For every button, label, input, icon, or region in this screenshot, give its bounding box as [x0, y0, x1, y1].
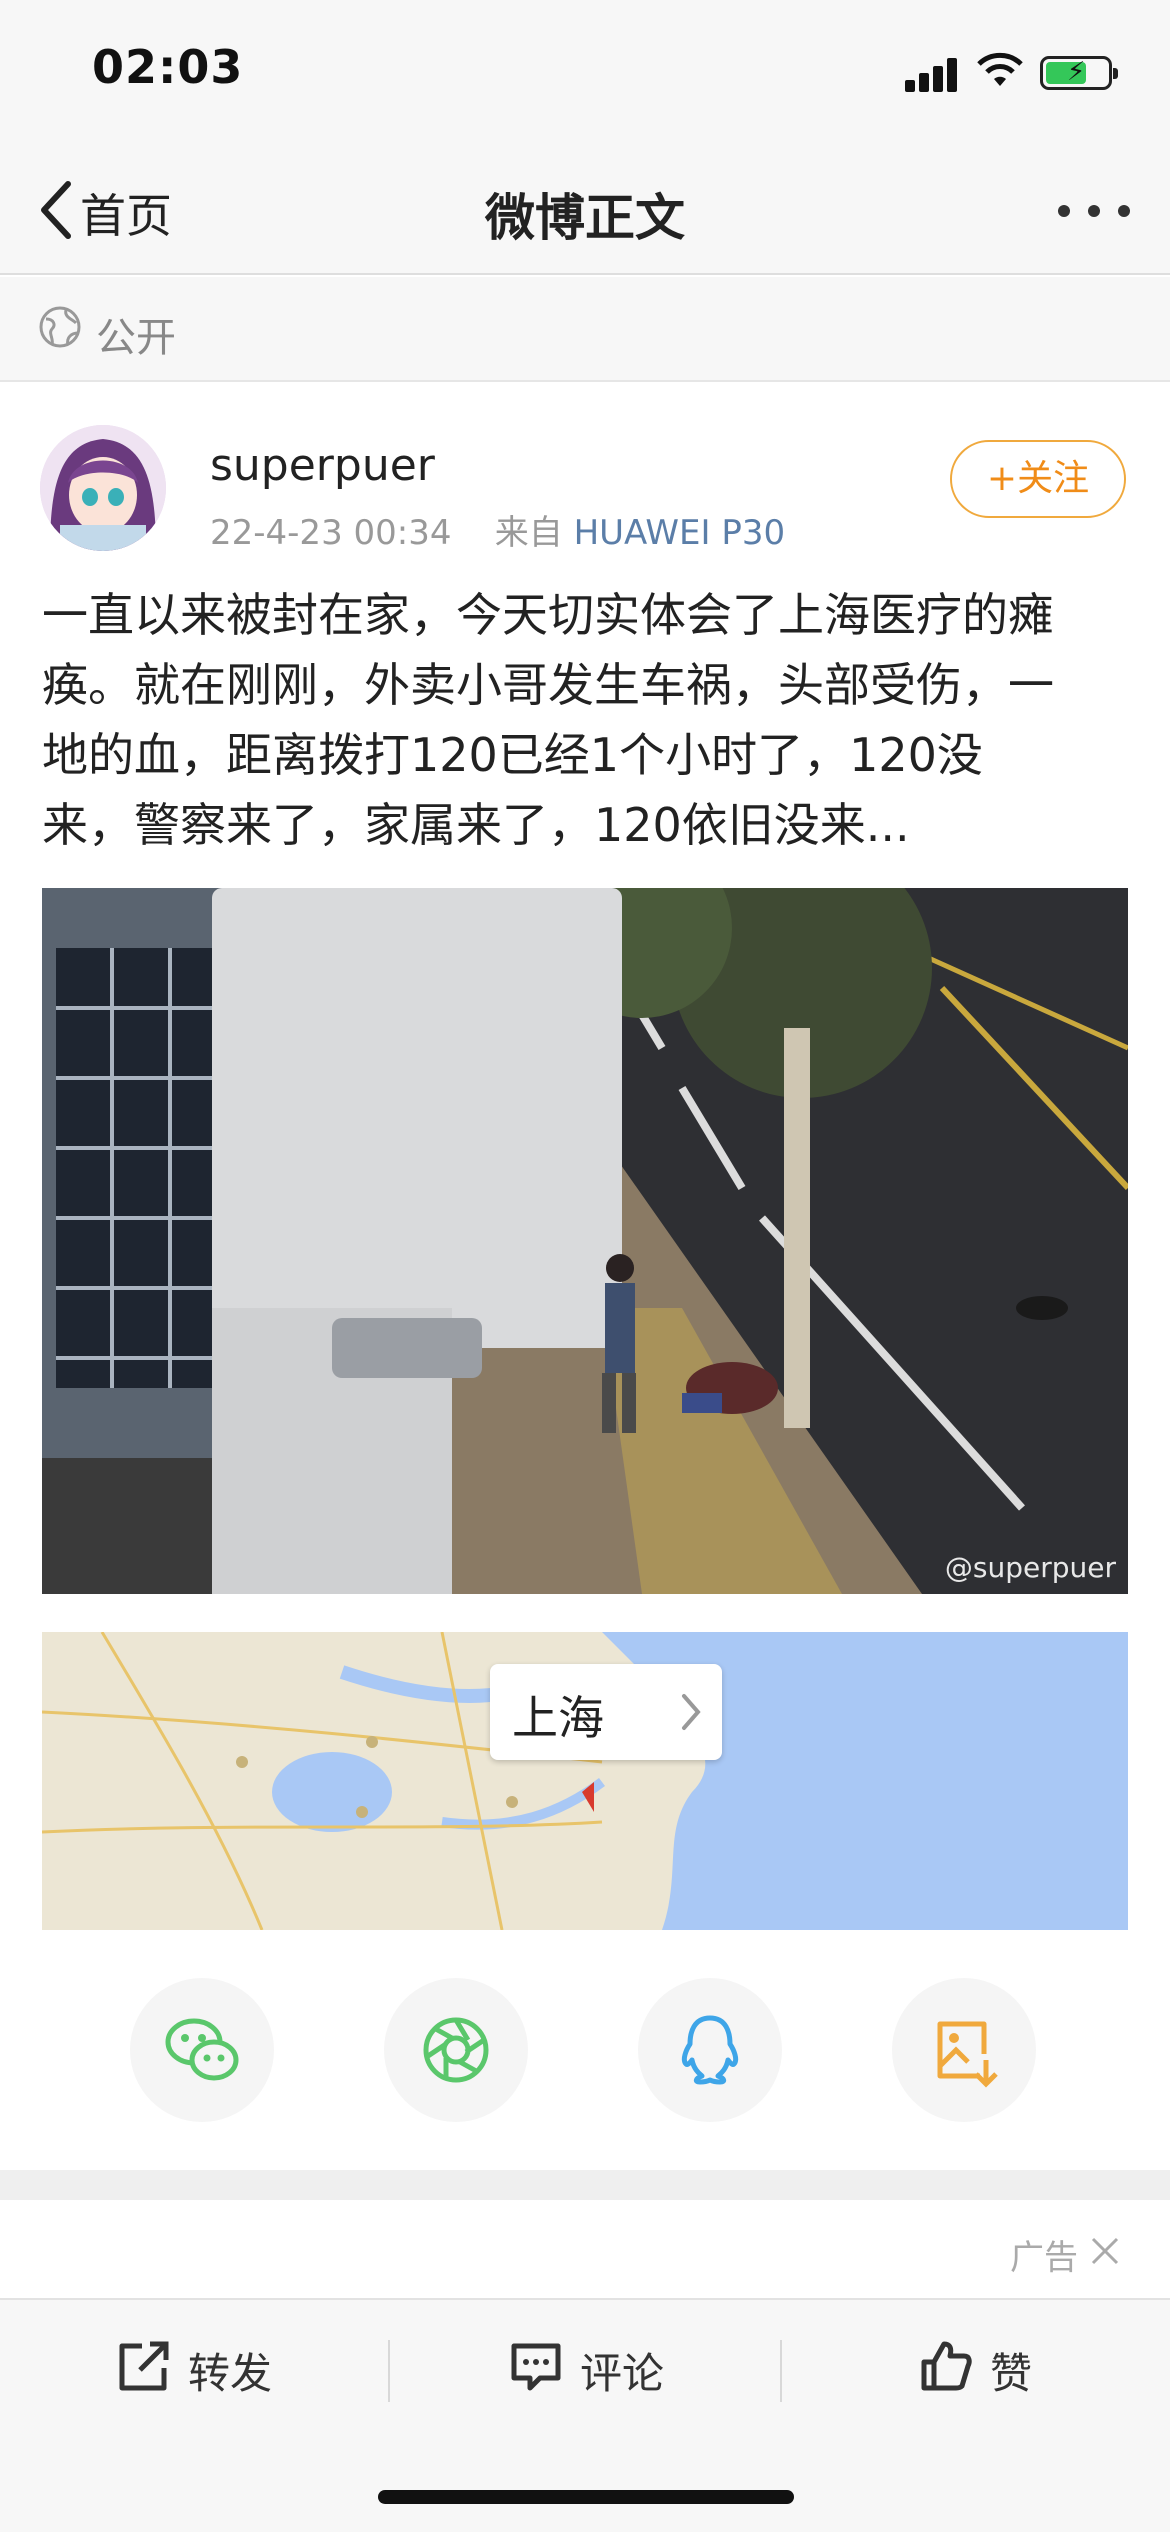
location-map[interactable]: 上海	[42, 1632, 1128, 1930]
share-moments-button[interactable]	[384, 1978, 528, 2122]
username[interactable]: superpuer	[210, 440, 435, 491]
post-text-line: 一直以来被封在家，今天切实体会了上海医疗的瘫	[42, 588, 1054, 642]
page-title: 微博正文	[485, 189, 685, 247]
share-qq-button[interactable]	[638, 1978, 782, 2122]
post-image[interactable]: @superpuer	[42, 888, 1128, 1594]
visibility-label: 公开	[96, 315, 176, 361]
save-image-button[interactable]	[892, 1978, 1036, 2122]
wechat-icon	[165, 2018, 239, 2081]
thumbs-up-icon	[921, 2341, 972, 2391]
status-bar: 02:03 ⚡	[0, 0, 1170, 150]
wifi-icon	[977, 52, 1023, 86]
comment-icon	[511, 2343, 561, 2391]
like-label: 赞	[990, 2349, 1033, 2398]
location-tag[interactable]: 上海	[490, 1664, 722, 1760]
signal-icon	[905, 56, 959, 92]
share-wechat-button[interactable]	[130, 1978, 274, 2122]
source-prefix: 来自	[494, 513, 563, 553]
avatar[interactable]	[40, 425, 166, 551]
image-watermark: @superpuer	[944, 1551, 1116, 1584]
follow-button[interactable]: +关注	[950, 440, 1126, 518]
visibility-row: 公开	[0, 277, 1170, 382]
post-date: 22-4-23 00:34	[210, 513, 452, 553]
nav-bar: 首页 微博正文	[0, 150, 1170, 275]
globe-icon	[39, 306, 81, 348]
divider	[780, 2340, 782, 2402]
qq-icon	[681, 2015, 739, 2085]
post-source[interactable]: HUAWEI P30	[574, 513, 786, 553]
home-indicator	[378, 2490, 794, 2504]
chevron-right-icon	[682, 1694, 701, 1730]
repost-label: 转发	[188, 2349, 273, 2398]
post-meta: 22-4-23 00:34 来自 HUAWEI P30	[210, 505, 785, 554]
moments-icon	[423, 2017, 489, 2083]
post-text-line: 来，警察来了，家属来了，120依旧没来...	[42, 798, 910, 852]
divider	[388, 2340, 390, 2402]
repost-icon	[119, 2341, 169, 2391]
ad-label: 广告	[1010, 2238, 1078, 2278]
section-divider	[0, 2170, 1170, 2200]
status-time: 02:03	[92, 40, 244, 94]
comment-label: 评论	[580, 2349, 665, 2398]
more-options-icon[interactable]	[1058, 205, 1130, 219]
close-icon[interactable]	[1090, 2236, 1120, 2266]
post-text: 一直以来被封在家，今天切实体会了上海医疗的瘫 痪。就在刚刚，外卖小哥发生车祸，头…	[42, 580, 1132, 860]
location-label: 上海	[512, 1691, 604, 1745]
post-text-line: 痪。就在刚刚，外卖小哥发生车祸，头部受伤，一	[42, 658, 1054, 712]
post-text-line: 地的血，距离拨打120已经1个小时了，120没	[42, 728, 983, 782]
battery-icon: ⚡	[1040, 56, 1118, 90]
save-image-icon	[937, 2021, 998, 2088]
